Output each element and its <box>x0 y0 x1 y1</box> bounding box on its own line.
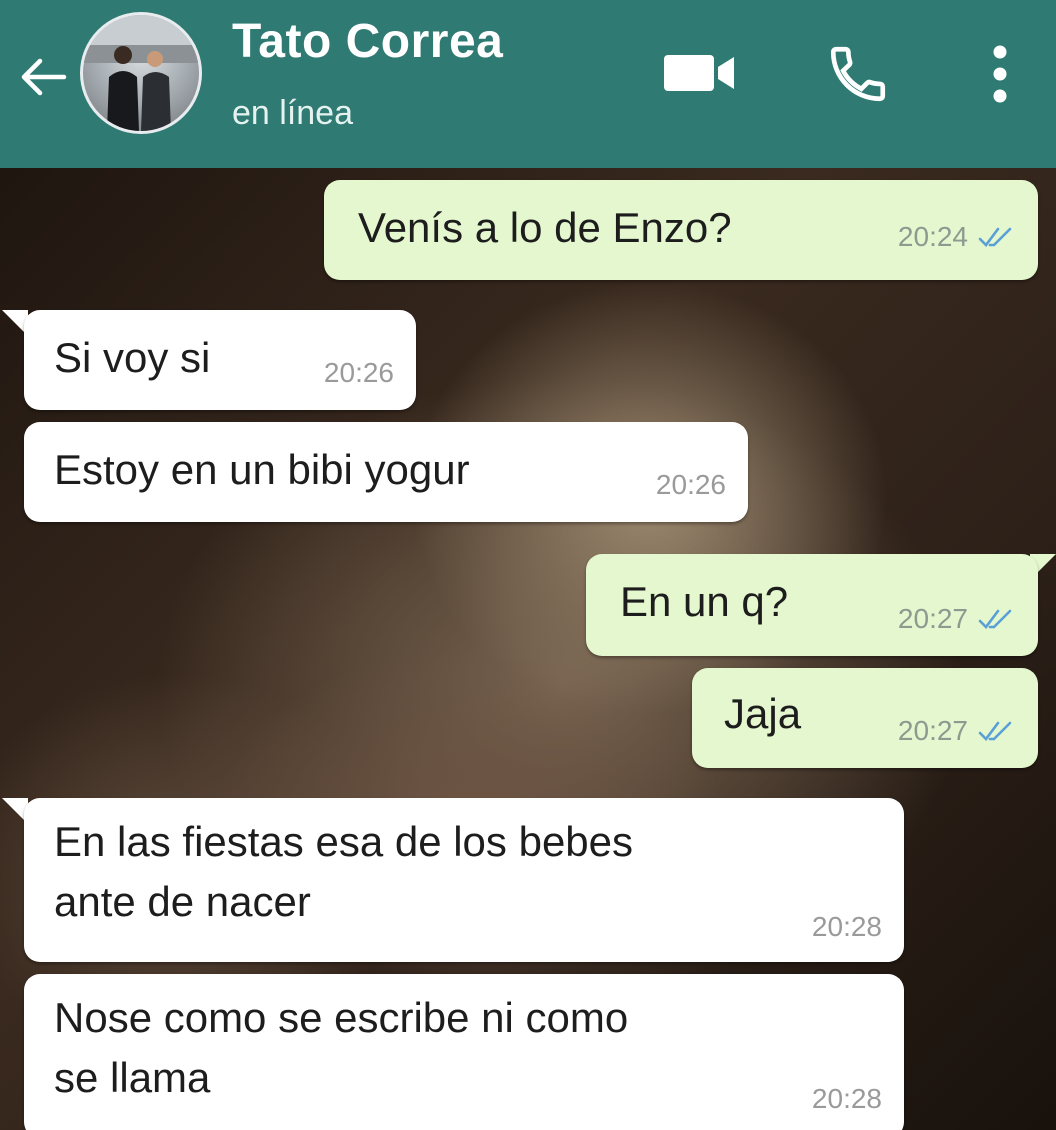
message-meta: 20:28 <box>812 910 882 944</box>
message-meta: 20:26 <box>656 468 726 502</box>
message-meta: 20:28 <box>812 1082 882 1116</box>
message-meta: 20:27 <box>898 714 1016 748</box>
back-button[interactable] <box>8 42 78 112</box>
double-check-icon <box>978 721 1012 741</box>
more-vertical-icon <box>993 45 1007 103</box>
message-time: 20:26 <box>323 357 394 388</box>
contact-status: en línea <box>232 94 353 132</box>
message-time: 20:27 <box>897 715 968 746</box>
video-camera-icon <box>664 55 734 91</box>
message-time: 20:28 <box>811 1083 882 1114</box>
message-incoming[interactable]: Estoy en un bibi yogur 20:26 <box>24 422 748 522</box>
message-text: Si voy si <box>54 334 211 381</box>
message-text: En un q? <box>620 578 789 625</box>
message-incoming[interactable]: Nose como se escribe ni como se llama 20… <box>24 974 904 1130</box>
message-text: Estoy en un bibi yogur <box>54 446 470 493</box>
message-text: Nose como se escribe ni como se llama <box>54 994 629 1101</box>
message-incoming[interactable]: En las fiestas esa de los bebes ante de … <box>24 798 904 962</box>
message-text: En las fiestas esa de los bebes ante de … <box>54 818 634 925</box>
message-time: 20:26 <box>655 469 726 500</box>
more-options-button[interactable] <box>972 36 1028 112</box>
message-text: Jaja <box>724 690 802 737</box>
message-time: 20:24 <box>897 221 968 252</box>
contact-avatar[interactable] <box>80 12 202 134</box>
avatar-photo <box>83 15 199 131</box>
message-meta: 20:27 <box>898 602 1016 636</box>
message-text: Venís a lo de Enzo? <box>358 204 732 251</box>
arrow-left-icon <box>21 58 67 96</box>
message-incoming[interactable]: Si voy si 20:26 <box>24 310 416 410</box>
chat-screen: Tato Correa en línea Venís a lo de Enzo? <box>0 0 1056 1130</box>
phone-icon <box>830 46 886 102</box>
message-outgoing[interactable]: Jaja 20:27 <box>692 668 1038 768</box>
contact-name[interactable]: Tato Correa <box>232 14 503 69</box>
message-outgoing[interactable]: Venís a lo de Enzo? 20:24 <box>324 180 1038 280</box>
message-meta: 20:24 <box>898 220 1016 254</box>
video-call-button[interactable] <box>655 40 745 106</box>
chat-header: Tato Correa en línea <box>0 0 1056 168</box>
message-meta: 20:26 <box>324 356 394 390</box>
voice-call-button[interactable] <box>820 36 896 112</box>
message-outgoing[interactable]: En un q? 20:27 <box>586 554 1038 656</box>
double-check-icon <box>978 609 1012 629</box>
message-time: 20:27 <box>897 603 968 634</box>
message-time: 20:28 <box>811 911 882 942</box>
message-list[interactable]: Venís a lo de Enzo? 20:24 Si voy si 20:2… <box>0 168 1056 1130</box>
double-check-icon <box>978 227 1012 247</box>
